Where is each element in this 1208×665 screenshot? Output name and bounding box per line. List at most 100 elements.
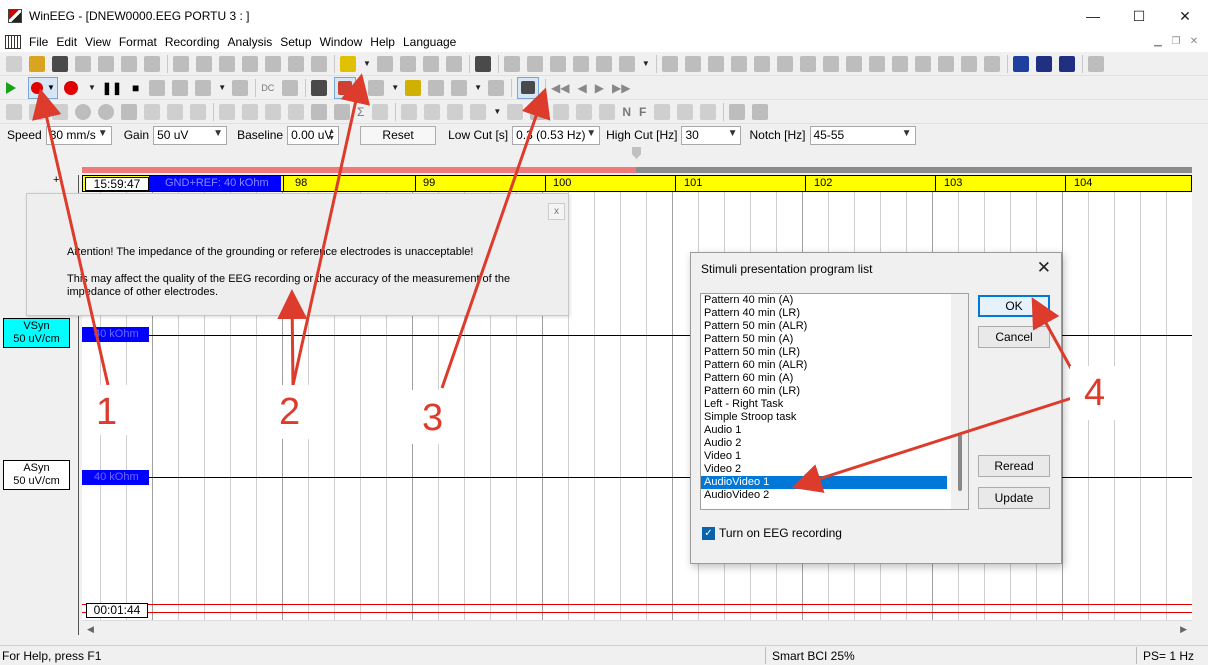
zoom-icon[interactable] bbox=[195, 79, 212, 96]
signal-icon[interactable] bbox=[507, 103, 524, 120]
program-list[interactable]: Pattern 40 min (A) Pattern 40 min (LR) Pat… bbox=[700, 293, 969, 510]
marker-icon[interactable] bbox=[340, 55, 356, 72]
dc-icon[interactable]: DC bbox=[261, 83, 274, 93]
minimize-button[interactable]: — bbox=[1070, 0, 1116, 32]
cascade-icon[interactable] bbox=[1012, 55, 1029, 72]
montage-merge-icon[interactable] bbox=[572, 55, 589, 72]
save-icon[interactable] bbox=[52, 55, 68, 72]
record-button[interactable]: ▼ bbox=[28, 76, 58, 99]
person-icon[interactable] bbox=[474, 55, 491, 72]
wave-a-icon[interactable] bbox=[219, 103, 235, 120]
list-item[interactable]: Pattern 40 min (LR) bbox=[701, 307, 968, 320]
list-item[interactable]: Simple Stroop task bbox=[701, 411, 968, 424]
table-icon[interactable] bbox=[707, 55, 724, 72]
dialog-close-button[interactable]: ✕ bbox=[1037, 258, 1051, 278]
f-icon[interactable]: F bbox=[639, 105, 646, 119]
menu-help[interactable]: Help bbox=[370, 35, 403, 49]
hyperventilation-icon[interactable] bbox=[428, 79, 445, 96]
delete-icon[interactable] bbox=[265, 55, 281, 72]
report-icon[interactable] bbox=[937, 55, 954, 72]
speaker-icon[interactable] bbox=[488, 79, 505, 96]
circle-icon[interactable] bbox=[75, 103, 91, 120]
cursor-b-icon[interactable] bbox=[424, 103, 441, 120]
list-item[interactable]: Pattern 40 min (A) bbox=[701, 294, 968, 307]
cut-icon[interactable] bbox=[196, 55, 212, 72]
filter-dropdown-icon[interactable] bbox=[618, 55, 635, 72]
label-add-icon[interactable] bbox=[399, 55, 416, 72]
print-setup-icon[interactable] bbox=[144, 55, 160, 72]
list-item[interactable]: Audio 2 bbox=[701, 437, 968, 450]
maximize-button[interactable]: ☐ bbox=[1116, 0, 1162, 32]
histogram-icon[interactable] bbox=[6, 103, 22, 120]
label-remove-icon[interactable] bbox=[422, 55, 439, 72]
sort-icon[interactable] bbox=[654, 103, 671, 120]
dipole-icon[interactable] bbox=[144, 103, 160, 120]
record-sd-icon[interactable] bbox=[64, 80, 78, 95]
map-icon[interactable] bbox=[730, 55, 747, 72]
paste-icon[interactable] bbox=[242, 55, 258, 72]
channel-label-vsyn[interactable]: VSyn 50 uV/cm bbox=[3, 318, 70, 348]
list-item[interactable]: Video 1 bbox=[701, 450, 968, 463]
menu-recording[interactable]: Recording bbox=[165, 35, 228, 49]
target-icon[interactable] bbox=[190, 103, 206, 120]
first-page-icon[interactable]: ◀◀ bbox=[551, 81, 569, 95]
list-item[interactable]: Pattern 50 min (ALR) bbox=[701, 320, 968, 333]
notch-select[interactable]: 45-55 ▼ bbox=[809, 125, 916, 145]
menu-language[interactable]: Language bbox=[403, 35, 464, 49]
n-icon[interactable]: N bbox=[622, 105, 631, 119]
reread-button[interactable]: Reread bbox=[978, 455, 1050, 477]
menu-file[interactable]: File bbox=[29, 35, 56, 49]
stop-icon[interactable]: ■ bbox=[132, 81, 139, 95]
clear-icon[interactable] bbox=[700, 103, 717, 120]
artifact-mark-icon[interactable] bbox=[334, 103, 350, 120]
reset-button[interactable]: Reset bbox=[360, 125, 437, 145]
scroll-left-icon[interactable]: ◀ bbox=[87, 624, 94, 635]
cursor-a-icon[interactable] bbox=[401, 103, 418, 120]
menu-analysis[interactable]: Analysis bbox=[228, 35, 281, 49]
peak-icon[interactable] bbox=[891, 55, 908, 72]
bar-icon[interactable] bbox=[753, 55, 770, 72]
new-file-icon[interactable] bbox=[6, 55, 22, 72]
stimuli-program-button[interactable] bbox=[334, 76, 357, 99]
mdi-restore-button[interactable]: ❐ bbox=[1168, 35, 1184, 49]
measure-icon[interactable] bbox=[553, 103, 570, 120]
wave-b-icon[interactable] bbox=[242, 103, 258, 120]
label-icon[interactable] bbox=[376, 55, 393, 72]
percent-icon[interactable] bbox=[167, 103, 183, 120]
spinner-icon[interactable]: ▲ ▼ bbox=[328, 128, 335, 142]
head-map-icon[interactable] bbox=[98, 103, 114, 120]
loreta-icon[interactable] bbox=[822, 55, 839, 72]
menu-window[interactable]: Window bbox=[320, 35, 371, 49]
frame-icon[interactable] bbox=[52, 103, 68, 120]
plus-icon[interactable]: + bbox=[53, 174, 59, 186]
cancel-button[interactable]: Cancel bbox=[978, 326, 1050, 348]
channel-label-asyn[interactable]: ASyn 50 uV/cm bbox=[3, 460, 70, 490]
erp-icon[interactable] bbox=[799, 55, 816, 72]
montage-icon[interactable] bbox=[503, 55, 520, 72]
document-icon[interactable] bbox=[5, 35, 21, 49]
slash-icon[interactable] bbox=[677, 103, 694, 120]
list-item[interactable]: Pattern 60 min (A) bbox=[701, 372, 968, 385]
mdi-minimize-button[interactable]: ▁ bbox=[1150, 35, 1166, 49]
trend-icon[interactable] bbox=[914, 55, 931, 72]
lowcut-select[interactable]: 0.3 (0.53 Hz) ▼ bbox=[512, 125, 601, 145]
list-item[interactable]: Pattern 50 min (A) bbox=[701, 333, 968, 346]
insert-icon[interactable] bbox=[288, 55, 304, 72]
list-scrollbar[interactable] bbox=[951, 294, 968, 509]
list-item[interactable]: Pattern 60 min (ALR) bbox=[701, 359, 968, 372]
list-item[interactable]: AudioVideo 2 bbox=[701, 489, 968, 502]
undo-icon[interactable] bbox=[173, 55, 189, 72]
video-monitor-button[interactable] bbox=[517, 76, 540, 99]
speed-select[interactable]: 30 mm/s ▼ bbox=[45, 125, 112, 145]
list-item[interactable]: Pattern 60 min (LR) bbox=[701, 385, 968, 398]
menu-format[interactable]: Format bbox=[119, 35, 165, 49]
menu-view[interactable]: View bbox=[85, 35, 119, 49]
sound-icon[interactable] bbox=[451, 79, 468, 96]
winEEG-app-icon[interactable] bbox=[8, 9, 22, 23]
pause-icon[interactable]: ❚❚ bbox=[102, 81, 122, 95]
grid-icon[interactable] bbox=[447, 103, 464, 120]
grid-select-icon[interactable] bbox=[470, 103, 487, 120]
turn-on-eeg-recording[interactable]: ✓ Turn on EEG recording bbox=[702, 526, 842, 540]
preview-icon[interactable] bbox=[121, 55, 137, 72]
list-item[interactable]: Audio 1 bbox=[701, 424, 968, 437]
